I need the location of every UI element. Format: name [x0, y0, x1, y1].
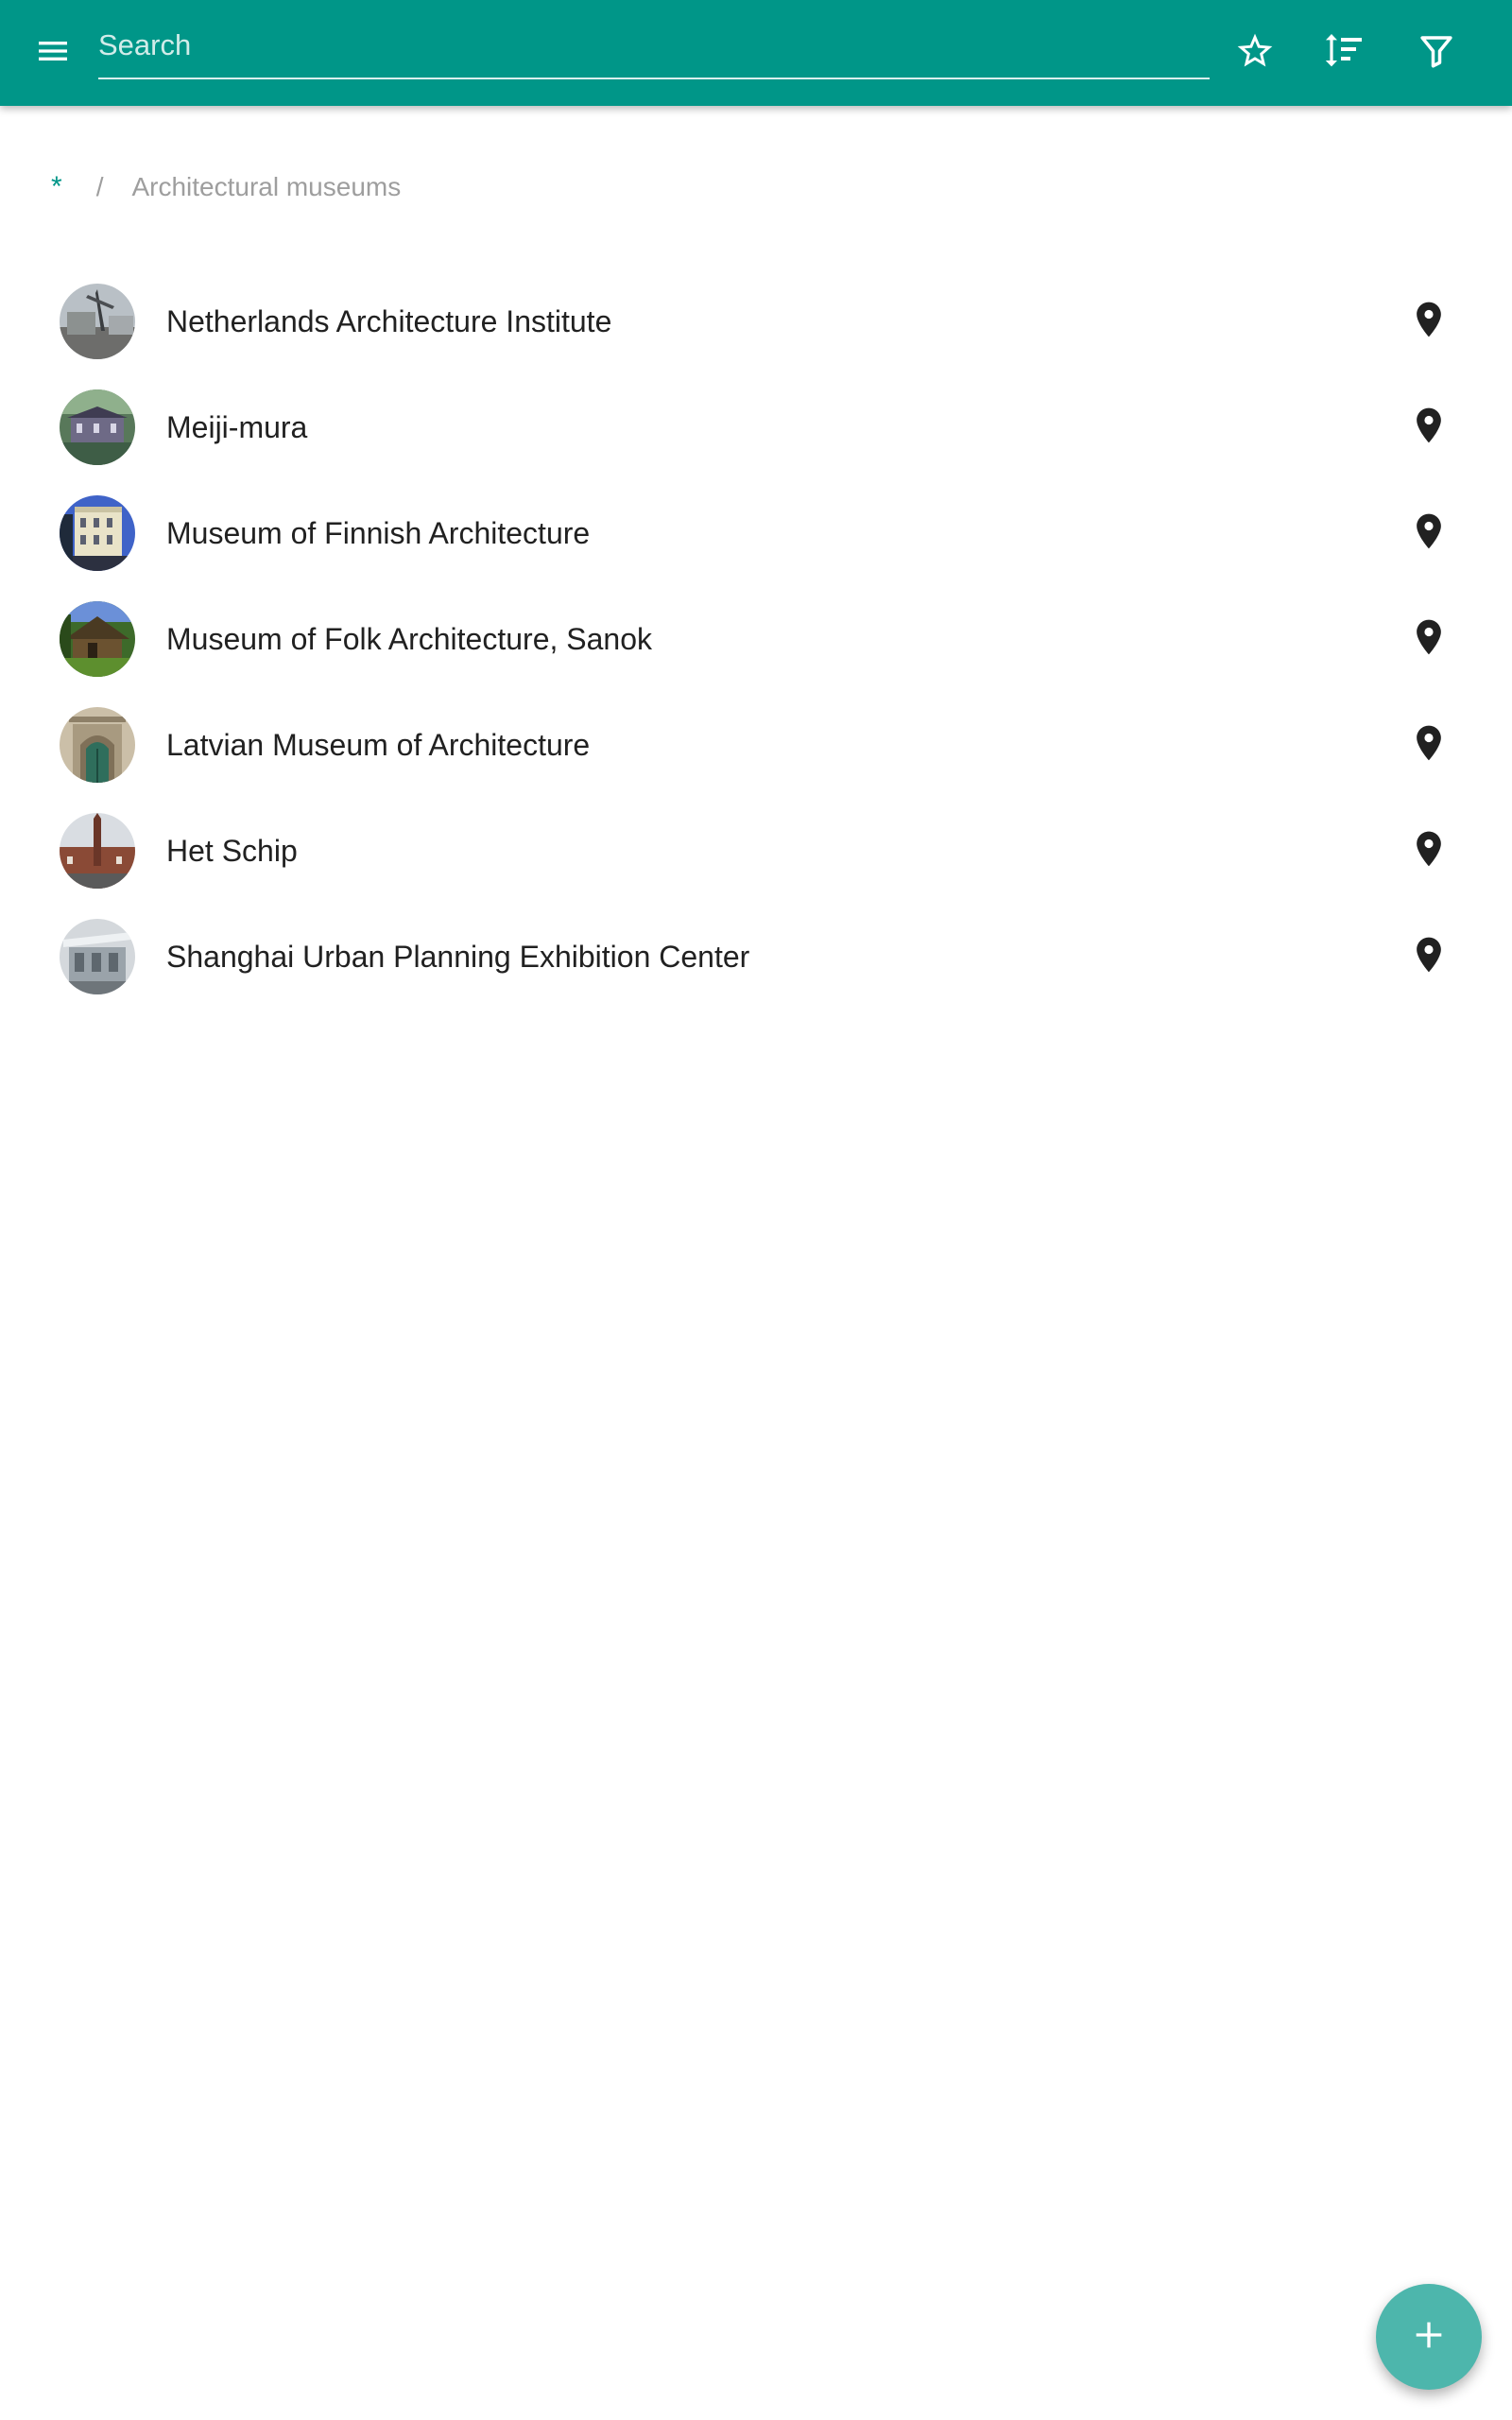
map-marker-icon — [1408, 616, 1450, 663]
breadcrumb-current: Architectural museums — [131, 172, 402, 201]
map-marker-icon — [1408, 828, 1450, 874]
list-item-title: Shanghai Urban Planning Exhibition Cente… — [166, 940, 750, 974]
list-item[interactable]: Het Schip — [0, 798, 1512, 904]
filter-button[interactable] — [1399, 15, 1474, 91]
star-outline-icon — [1234, 30, 1276, 77]
list-item-title: Museum of Folk Architecture, Sanok — [166, 622, 652, 656]
list-item[interactable]: Museum of Folk Architecture, Sanok — [0, 586, 1512, 692]
avatar — [60, 284, 135, 359]
show-on-map-button[interactable] — [1391, 926, 1467, 987]
menu-button[interactable] — [15, 15, 91, 91]
sort-icon — [1322, 28, 1367, 78]
app-screen: * / Architectural museums Netherlands Ar… — [0, 0, 1512, 2420]
show-on-map-button[interactable] — [1391, 715, 1467, 775]
avatar — [60, 813, 135, 889]
breadcrumb-separator: / — [95, 172, 104, 201]
show-on-map-button[interactable] — [1391, 503, 1467, 563]
add-fab-button[interactable] — [1376, 2284, 1482, 2390]
map-marker-icon — [1408, 722, 1450, 769]
breadcrumb: * / Architectural museums — [51, 168, 401, 206]
map-marker-icon — [1408, 510, 1450, 557]
avatar — [60, 919, 135, 994]
list-item[interactable]: Netherlands Architecture Institute — [0, 268, 1512, 374]
breadcrumb-root-link[interactable]: * — [51, 171, 62, 203]
list-item[interactable]: Shanghai Urban Planning Exhibition Cente… — [0, 904, 1512, 1010]
sort-button[interactable] — [1307, 15, 1383, 91]
avatar — [60, 601, 135, 677]
avatar — [60, 389, 135, 465]
list-item-title: Het Schip — [166, 834, 298, 868]
map-marker-icon — [1408, 299, 1450, 345]
show-on-map-button[interactable] — [1391, 291, 1467, 352]
show-on-map-button[interactable] — [1391, 397, 1467, 458]
plus-icon — [1410, 2316, 1448, 2359]
menu-icon — [34, 32, 72, 75]
show-on-map-button[interactable] — [1391, 609, 1467, 669]
search-input[interactable] — [98, 19, 1210, 72]
list-item-title: Netherlands Architecture Institute — [166, 304, 612, 338]
list-item-title: Museum of Finnish Architecture — [166, 516, 591, 550]
filter-icon — [1417, 31, 1456, 76]
show-on-map-button[interactable] — [1391, 821, 1467, 881]
avatar — [60, 707, 135, 783]
list-item-title: Meiji-mura — [166, 410, 308, 444]
list-item[interactable]: Meiji-mura — [0, 374, 1512, 480]
map-marker-icon — [1408, 405, 1450, 451]
top-app-bar — [0, 0, 1512, 106]
search-field[interactable] — [98, 19, 1210, 79]
list-item-title: Latvian Museum of Architecture — [166, 728, 591, 762]
list-item[interactable]: Latvian Museum of Architecture — [0, 692, 1512, 798]
avatar — [60, 495, 135, 571]
map-marker-icon — [1408, 934, 1450, 980]
list-item[interactable]: Museum of Finnish Architecture — [0, 480, 1512, 586]
favorites-button[interactable] — [1217, 15, 1293, 91]
museum-list: Netherlands Architecture Institute Meiji… — [0, 268, 1512, 1010]
